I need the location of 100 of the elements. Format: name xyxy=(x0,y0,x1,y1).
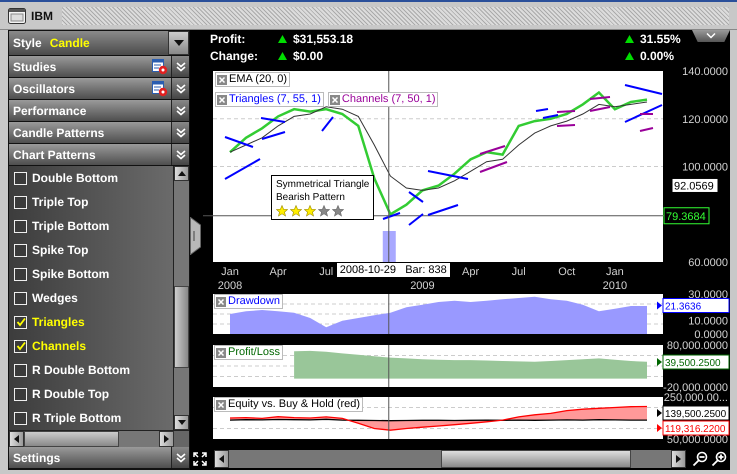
checkbox[interactable] xyxy=(14,172,27,184)
horizontal-scrollbar[interactable] xyxy=(9,430,189,447)
crosshair-line xyxy=(388,396,390,440)
checkbox[interactable] xyxy=(14,220,27,232)
collapse-button[interactable] xyxy=(692,30,730,42)
star-icon xyxy=(290,205,302,217)
pattern-label[interactable]: Double Bottom xyxy=(32,171,118,185)
close-icon[interactable] xyxy=(217,74,227,84)
zoom-in-icon[interactable] xyxy=(711,451,727,467)
triangle-trendline xyxy=(624,84,662,95)
summary-percent: 0.00% xyxy=(640,49,676,63)
axis-tick-label: -20,000.0000 xyxy=(663,382,728,393)
expand-button[interactable] xyxy=(171,56,189,77)
double-chevron-icon xyxy=(176,452,186,462)
checkbox[interactable] xyxy=(14,268,27,280)
pattern-label[interactable]: Triple Bottom xyxy=(32,219,110,233)
chart-scrollbar[interactable] xyxy=(214,450,686,468)
right-arrow-icon[interactable] xyxy=(676,455,681,463)
checkbox[interactable] xyxy=(14,340,27,352)
year-label: 2010 xyxy=(602,280,628,290)
pattern-label[interactable]: Triple Top xyxy=(32,195,88,209)
axis-tick-label: 10.0000 xyxy=(688,316,728,328)
pattern-label[interactable]: Triangles xyxy=(32,315,85,329)
vertical-scrollbar[interactable] xyxy=(173,166,189,430)
channel-trendline xyxy=(590,106,610,112)
triangle-trendline xyxy=(262,131,286,140)
summary-label: Profit: xyxy=(210,32,246,46)
checkbox[interactable] xyxy=(14,316,27,328)
axis-tick-label: 250,000.00... xyxy=(664,393,728,404)
pattern-label[interactable]: R Double Bottom xyxy=(32,363,130,377)
close-icon[interactable] xyxy=(330,94,340,104)
expand-button[interactable] xyxy=(171,78,189,99)
checkbox[interactable] xyxy=(14,364,27,376)
last-value-label: 119,316.2200 xyxy=(657,420,730,436)
pattern-label[interactable]: R Double Top xyxy=(32,387,110,401)
close-icon[interactable] xyxy=(216,296,226,306)
triangle-trendline xyxy=(224,136,254,148)
left-arrow-icon[interactable] xyxy=(219,455,224,463)
checkbox[interactable] xyxy=(14,412,27,424)
checkbox[interactable] xyxy=(14,196,27,208)
expand-button[interactable] xyxy=(171,100,189,121)
pattern-label[interactable]: Channels xyxy=(32,339,86,353)
pattern-label[interactable]: R Triple Bottom xyxy=(32,411,122,425)
legend-chip[interactable]: Triangles (7, 55, 1) xyxy=(215,92,324,107)
legend-chip[interactable]: Channels (7, 50, 1) xyxy=(328,92,438,107)
axis-tick-label: 50,000.0000 xyxy=(666,434,728,445)
axis-tick-label: Jul xyxy=(319,266,334,278)
axis-tick-label: Oct xyxy=(558,266,576,278)
legend-chip[interactable]: Equity vs. Buy & Hold (red) xyxy=(214,397,364,412)
axis-tick-label: Jan xyxy=(606,266,624,278)
triangle-trendline xyxy=(536,108,548,112)
crosshair-line xyxy=(388,294,390,334)
expand-icon[interactable] xyxy=(193,452,207,466)
checkbox[interactable] xyxy=(14,244,27,256)
year-label: 2008 xyxy=(218,280,242,290)
style-selector[interactable]: Style Candle xyxy=(9,31,168,55)
down-arrow-icon[interactable] xyxy=(178,420,186,425)
legend-chip[interactable]: EMA (20, 0) xyxy=(215,72,290,87)
chevron-down-icon xyxy=(706,33,716,39)
triangle-trendline xyxy=(624,104,662,123)
checkbox[interactable] xyxy=(14,292,27,304)
axis-tick-label: Apr xyxy=(270,266,287,278)
triangle-trendline xyxy=(224,158,260,180)
triangle-trendline xyxy=(542,114,558,119)
channel-trendline xyxy=(556,124,576,127)
axis-tick-label: 100.0000 xyxy=(682,162,728,174)
expand-button[interactable] xyxy=(171,122,189,143)
triangle-trendline xyxy=(428,170,468,180)
settings-icon[interactable] xyxy=(152,80,168,96)
close-icon[interactable] xyxy=(216,400,226,410)
expand-button[interactable] xyxy=(171,144,189,165)
tooltip-subtitle: Bearish Pattern xyxy=(276,191,346,204)
ref-line-label: 79.3684 xyxy=(666,210,706,223)
legend-chip[interactable]: Drawdown xyxy=(214,294,283,309)
close-icon[interactable] xyxy=(216,348,226,358)
channel-trendline xyxy=(480,145,506,155)
triangle-trendline xyxy=(408,213,424,226)
checkbox[interactable] xyxy=(14,388,27,400)
pattern-label[interactable]: Spike Bottom xyxy=(32,267,110,281)
zoom-out-icon[interactable] xyxy=(692,451,708,467)
tooltip-title: Symmetrical Triangle xyxy=(276,178,370,191)
up-arrow-icon[interactable] xyxy=(178,171,186,176)
expand-button[interactable] xyxy=(171,447,189,468)
summary-label: Change: xyxy=(210,49,259,63)
channel-trendline xyxy=(556,110,576,113)
crosshair-value-label: 79.3684 xyxy=(664,207,710,224)
axis-tick-label: 30.0000 xyxy=(688,290,728,301)
channel-trendline xyxy=(590,96,610,100)
right-arrow-icon[interactable] xyxy=(164,435,169,443)
close-icon[interactable] xyxy=(217,94,227,104)
settings-icon[interactable] xyxy=(152,58,168,74)
left-arrow-icon[interactable] xyxy=(14,435,19,443)
splitter-handle[interactable] xyxy=(190,217,201,255)
triangle-trendline xyxy=(321,116,334,132)
year-label: 2009 xyxy=(410,280,435,290)
legend-chip[interactable]: Profit/Loss xyxy=(214,345,283,360)
pattern-label[interactable]: Spike Top xyxy=(32,243,88,257)
dropdown-button[interactable] xyxy=(168,31,189,55)
triangle-trendline xyxy=(382,212,400,220)
pattern-label[interactable]: Wedges xyxy=(32,291,78,305)
